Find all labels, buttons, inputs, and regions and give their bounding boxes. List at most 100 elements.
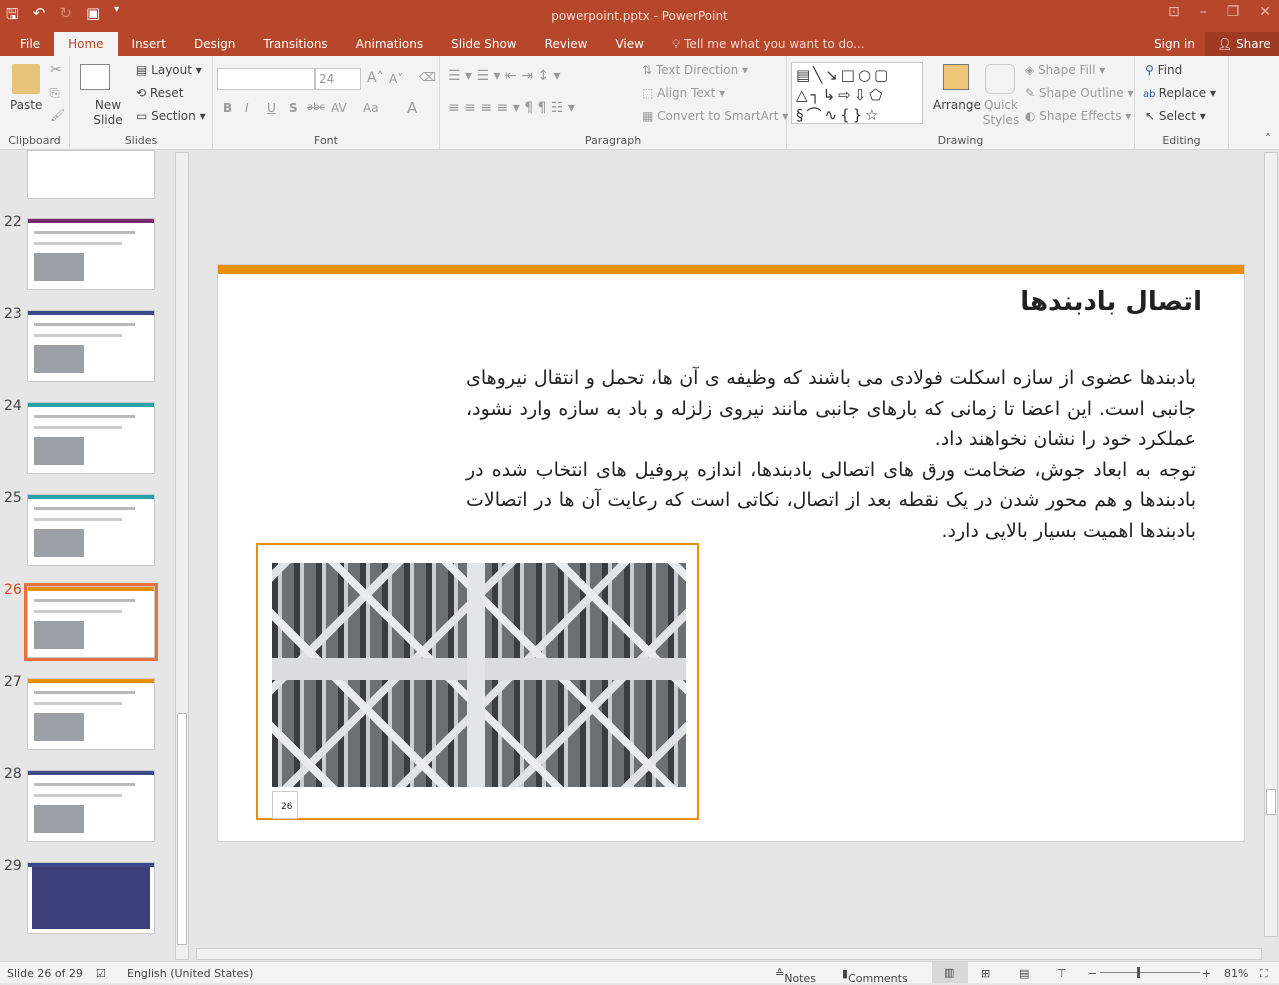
section-button[interactable]: ▭ Section ▾ [136,109,206,123]
font-name-input[interactable] [217,68,315,90]
italic-button[interactable]: I [245,101,249,115]
thumbnail-scrollbar[interactable] [175,152,189,960]
slide-body-text[interactable]: بادبندها عضوی از سازه اسکلت فولادی می با… [466,363,1196,546]
slide-sorter-icon[interactable]: ⊞ [981,967,990,980]
shadow-button[interactable]: S [289,101,298,115]
scroll-thumb[interactable] [1266,789,1276,815]
tab-home[interactable]: Home [54,32,118,56]
slide-thumbnail[interactable] [24,583,158,661]
reset-button[interactable]: ⟲ Reset [136,86,183,100]
slide-thumbnail[interactable] [27,494,155,566]
cut-icon[interactable]: ✂ [50,62,62,78]
zoom-in-button[interactable]: + [1202,967,1211,980]
paragraph: بادبندها عضوی از سازه اسکلت فولادی می با… [466,367,1196,450]
slide-thumbnail[interactable] [27,402,155,474]
align-icons[interactable]: ≡ ≡ ≡ ≡ ▾ ¶ ¶ ☷ ▾ [448,100,575,116]
scroll-thumb[interactable] [177,713,187,945]
select-button[interactable]: ↖ Select ▾ [1145,109,1206,123]
paste-icon[interactable] [12,64,40,94]
shape-effects-button[interactable]: ◐ Shape Effects ▾ [1025,109,1131,123]
bullets-icon[interactable]: ☰ ▾ ☰ ▾ ⇤ ⇥ ↕ ▾ [448,68,561,84]
normal-view-icon[interactable]: ▥ [932,962,968,983]
shape-outline-button[interactable]: ✎ Shape Outline ▾ [1025,86,1134,100]
steel-truss-photo[interactable] [272,563,686,787]
slide-thumbnail[interactable] [27,770,155,842]
text-direction-button[interactable]: ⇅ Text Direction ▾ [642,63,748,77]
tab-insert[interactable]: Insert [118,32,180,56]
slide-scrollbar[interactable] [1264,152,1278,937]
collapse-ribbon-icon[interactable]: ˄ [1265,132,1271,146]
underline-button[interactable]: U [267,101,276,115]
font-size-input[interactable]: 24 [315,68,361,90]
tab-transitions[interactable]: Transitions [249,32,341,56]
slideshow-view-icon[interactable]: ⊤ [1057,967,1067,980]
zoom-slider[interactable] [1100,972,1200,973]
close-icon[interactable]: ✕ [1259,4,1271,20]
zoom-level[interactable]: 81% [1224,967,1248,980]
tab-slide-show[interactable]: Slide Show [437,32,530,56]
change-case-button[interactable]: Aa [363,101,379,115]
paste-button[interactable]: Paste [10,98,42,112]
tab-file[interactable]: File [0,32,54,56]
thumbnail-number: 25 [4,490,22,506]
copy-icon[interactable]: ⎘ [50,86,60,101]
slide-thumbnail[interactable] [27,678,155,750]
slide-canvas[interactable]: اتصال بادبندها بادبندها عضوی از سازه اسک… [217,264,1245,842]
align-text-button[interactable]: ⬚ Align Text ▾ [642,86,725,100]
zoom-out-button[interactable]: − [1088,967,1097,980]
new-slide-icon[interactable] [80,64,110,90]
grow-font-icon[interactable]: A˄ [367,70,384,86]
quick-styles-icon[interactable] [985,64,1015,94]
slide-thumbnail-partial[interactable] [27,150,155,199]
tell-me-text: Tell me what you want to do... [684,37,865,51]
clear-format-icon[interactable]: ⌫ [419,70,436,84]
bold-button[interactable]: B [223,101,232,115]
tell-me-search[interactable]: 💡︎ Tell me what you want to do... [658,32,879,56]
slide-thumbnail[interactable] [27,862,155,934]
replace-button[interactable]: ab Replace ▾ [1143,86,1216,100]
shapes-gallery[interactable]: ▤╲↘□○▢ △┐↳⇨⇩⬠ §⌒∿{}☆ [791,62,923,124]
tab-design[interactable]: Design [180,32,249,56]
tab-animations[interactable]: Animations [342,32,437,56]
spell-check-icon[interactable]: ☑ [96,967,106,980]
minimize-icon[interactable]: – [1200,4,1207,20]
horizontal-scrollbar[interactable] [196,948,1262,960]
zoom-slider-thumb[interactable] [1137,967,1140,978]
person-icon: 👤︎ [1217,37,1237,51]
slide-accent-bar [218,265,1244,274]
convert-smartart-button[interactable]: ▦ Convert to SmartArt ▾ [642,109,788,123]
thumbnail-number: 27 [4,674,22,690]
fit-to-window-icon[interactable]: ⛶ [1260,967,1268,981]
layout-icon: ▤ [136,63,152,77]
sign-in-link[interactable]: Sign in [1154,37,1195,51]
slide-thumbnail[interactable] [27,310,155,382]
shrink-font-icon[interactable]: A˅ [389,72,403,86]
font-color-button[interactable]: A [407,99,417,117]
reading-view-icon[interactable]: ▤ [1019,967,1029,980]
group-label: Slides [124,134,158,147]
layout-button[interactable]: ▤ Layout ▾ [136,63,202,77]
lightbulb-icon: 💡︎ [671,37,685,51]
picture-frame[interactable]: 26 [256,543,699,820]
arrange-button[interactable]: Arrange [933,98,981,112]
find-button[interactable]: ⚲ Find [1145,63,1182,77]
comments-button[interactable]: ▮ Comments [842,967,908,985]
new-slide-button[interactable]: New Slide [88,98,128,128]
char-spacing-button[interactable]: AV [331,101,347,115]
quick-styles-button[interactable]: Quick Styles [981,98,1021,128]
section-icon: ▭ [136,109,152,123]
tab-review[interactable]: Review [531,32,602,56]
ribbon-display-icon[interactable]: ⊡ [1168,4,1180,20]
restore-icon[interactable]: ❐ [1227,4,1240,20]
shape-fill-button[interactable]: ◈ Shape Fill ▾ [1025,63,1105,77]
strikethrough-button[interactable]: abc [307,102,325,113]
format-painter-icon[interactable]: 🖌︎ [50,108,65,122]
notes-button[interactable]: ≙ Notes [775,967,816,985]
slide-thumbnail[interactable] [27,218,155,290]
arrange-icon[interactable] [943,64,969,90]
tab-view[interactable]: View [601,32,657,56]
language-indicator[interactable]: English (United States) [127,967,253,980]
slide-title[interactable]: اتصال بادبندها [1020,287,1202,317]
share-button[interactable]: 👤︎ Share [1205,32,1279,56]
cursor-icon: ↖ [1145,109,1159,123]
